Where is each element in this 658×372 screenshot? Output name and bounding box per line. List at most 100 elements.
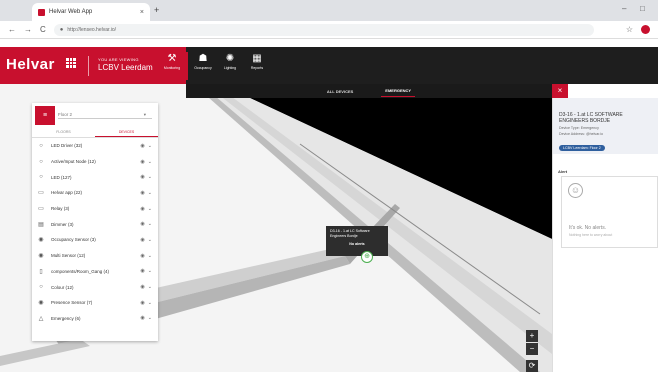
devices-panel: ≡ Floor 2 ▾ FLOORS DEVICES ○ LED Driver (…: [32, 103, 158, 341]
address-bar[interactable]: ● http://lenseo.helvar.io/: [53, 23, 594, 36]
visibility-eye-icon[interactable]: ◉: [140, 315, 144, 321]
close-panel-button[interactable]: ×: [552, 84, 568, 98]
minimize-button[interactable]: –: [622, 4, 626, 13]
emergency-device-marker[interactable]: ⊕: [361, 251, 373, 263]
no-alerts-subtext: Nothing here to worry about: [569, 233, 613, 237]
forward-icon[interactable]: →: [24, 25, 32, 34]
visibility-eye-icon[interactable]: ◉: [140, 159, 144, 165]
site-viewing-label: YOU ARE VIEWING: [98, 57, 139, 62]
chevron-down-icon[interactable]: ⌄: [148, 143, 152, 149]
device-type-row[interactable]: △ Emergency (6) ◉ ⌄: [32, 311, 158, 327]
back-icon[interactable]: ←: [8, 25, 16, 34]
no-alerts-text: It's ok. No alerts.: [569, 225, 607, 231]
nav-monitoring[interactable]: ⚒ Monitoring: [156, 52, 188, 80]
visibility-eye-icon[interactable]: ◉: [140, 253, 144, 259]
device-type-label: Helvar app (22): [51, 190, 83, 196]
visibility-eye-icon[interactable]: ◉: [140, 221, 144, 227]
device-type-row[interactable]: ▯ components/Room_Gang (4) ◉ ⌄: [32, 264, 158, 280]
floor-value: Floor 2: [58, 112, 73, 117]
nav-label: Reports: [250, 66, 264, 70]
device-type-label: Multi Sensor (12): [51, 253, 86, 259]
menu-button[interactable]: ≡: [35, 106, 55, 125]
app-favicon-icon: [38, 8, 45, 16]
device-type-icon: ▯: [39, 268, 43, 275]
chevron-down-icon[interactable]: ⌄: [148, 315, 152, 321]
device-type-icon: ○: [39, 284, 43, 291]
device-detail-header: D3-16 - 1.at LC SOFTWARE ENGINEERS BORDJ…: [553, 98, 658, 154]
header-divider: [88, 56, 89, 76]
new-tab-button[interactable]: +: [154, 5, 159, 15]
tooltip-title: D3-16 - 1.at LC Software Engineers Bordj…: [330, 229, 370, 238]
profile-avatar[interactable]: [641, 25, 650, 34]
visibility-eye-icon[interactable]: ◉: [140, 268, 144, 274]
site-name[interactable]: LCBV Leerdam: [98, 63, 153, 72]
tab-emergency[interactable]: EMERGENCY: [381, 85, 416, 97]
nav-reports[interactable]: ▦ Reports: [241, 52, 273, 80]
chevron-down-icon[interactable]: ⌄: [148, 268, 152, 274]
device-type-row[interactable]: ◉ Presence Sensor (7) ◉ ⌄: [32, 295, 158, 311]
chevron-down-icon[interactable]: ⌄: [148, 221, 152, 227]
close-tab-icon[interactable]: ×: [140, 9, 144, 16]
star-icon[interactable]: ☆: [626, 25, 633, 34]
device-type-icon: ◉: [38, 237, 44, 244]
device-type-icon: △: [38, 315, 44, 322]
apps-grid-icon[interactable]: [66, 58, 76, 68]
device-type-label: LED Driver (32): [51, 143, 83, 149]
device-type-icon: ○: [39, 174, 43, 181]
device-type-icon: ▭: [38, 190, 44, 197]
chevron-down-icon[interactable]: ⌄: [148, 174, 152, 180]
visibility-eye-icon[interactable]: ◉: [140, 143, 144, 149]
device-type-row[interactable]: ▭ Relay (3) ◉ ⌄: [32, 201, 158, 217]
chevron-down-icon[interactable]: ⌄: [148, 300, 152, 306]
chevron-down-icon[interactable]: ⌄: [148, 253, 152, 259]
device-type-row[interactable]: ▤ Dimmer (3) ◉ ⌄: [32, 216, 158, 232]
device-type-label: Presence Sensor (7): [51, 300, 93, 306]
smile-icon: ☺: [568, 183, 583, 198]
maximize-button[interactable]: □: [640, 4, 645, 13]
view-subtabs: ALL DEVICES EMERGENCY: [186, 84, 552, 98]
device-type-row[interactable]: ▭ Helvar app (22) ◉ ⌄: [32, 185, 158, 201]
zoom-in-button[interactable]: +: [526, 330, 538, 342]
device-type-label: Relay (3): [51, 206, 70, 212]
device-type-row[interactable]: ○ Colour (12) ◉ ⌄: [32, 279, 158, 295]
chevron-down-icon[interactable]: ⌄: [148, 206, 152, 212]
visibility-eye-icon[interactable]: ◉: [140, 284, 144, 290]
alert-label: Alert: [558, 169, 568, 174]
lock-icon: ●: [59, 26, 64, 33]
tab-all-devices[interactable]: ALL DEVICES: [323, 86, 357, 97]
tab-floors[interactable]: FLOORS: [32, 128, 95, 137]
device-type-label: Colour (12): [51, 284, 74, 290]
device-type-label: Emergency (6): [51, 315, 81, 321]
nav-label: Lighting: [223, 66, 237, 70]
device-type-label: LED (127): [51, 174, 72, 180]
floor-select[interactable]: Floor 2 ▾: [58, 112, 152, 119]
browser-toolbar: ← → C ● http://lenseo.helvar.io/ ☆: [0, 21, 658, 39]
reports-icon: ▦: [252, 53, 262, 64]
device-type-row[interactable]: ◉ Occupancy Sensor (3) ◉ ⌄: [32, 232, 158, 248]
zoom-out-button[interactable]: −: [526, 343, 538, 355]
visibility-eye-icon[interactable]: ◉: [140, 237, 144, 243]
chevron-down-icon[interactable]: ⌄: [148, 190, 152, 196]
device-type-row[interactable]: ○ LED Driver (32) ◉ ⌄: [32, 138, 158, 154]
site-chip[interactable]: LCBV Leerdam: Floor 2: [559, 145, 605, 151]
visibility-eye-icon[interactable]: ◉: [140, 190, 144, 196]
device-type-row[interactable]: ◉ Multi Sensor (12) ◉ ⌄: [32, 248, 158, 264]
visibility-eye-icon[interactable]: ◉: [140, 174, 144, 180]
device-type-label: Dimmer (3): [51, 221, 74, 227]
device-type-icon: ▤: [38, 221, 44, 228]
chevron-down-icon[interactable]: ⌄: [148, 159, 152, 165]
visibility-eye-icon[interactable]: ◉: [140, 300, 144, 306]
visibility-eye-icon[interactable]: ◉: [140, 206, 144, 212]
reset-view-button[interactable]: ⟳: [526, 360, 538, 372]
device-type-row[interactable]: ○ Active/Input Node (12) ◉ ⌄: [32, 154, 158, 170]
chevron-down-icon: ▾: [143, 112, 146, 117]
browser-tab[interactable]: Helvar Web App ×: [32, 3, 150, 21]
hamburger-icon: ≡: [42, 112, 48, 119]
device-type-list: ○ LED Driver (32) ◉ ⌄ ○ Active/Input Node (12…: [32, 138, 158, 326]
reload-icon[interactable]: C: [40, 25, 46, 34]
chevron-down-icon[interactable]: ⌄: [148, 237, 152, 243]
chevron-down-icon[interactable]: ⌄: [148, 284, 152, 290]
device-type-row[interactable]: ○ LED (127) ◉ ⌄: [32, 169, 158, 185]
helvar-logo[interactable]: Helvar: [6, 56, 55, 73]
tab-devices[interactable]: DEVICES: [95, 128, 158, 137]
